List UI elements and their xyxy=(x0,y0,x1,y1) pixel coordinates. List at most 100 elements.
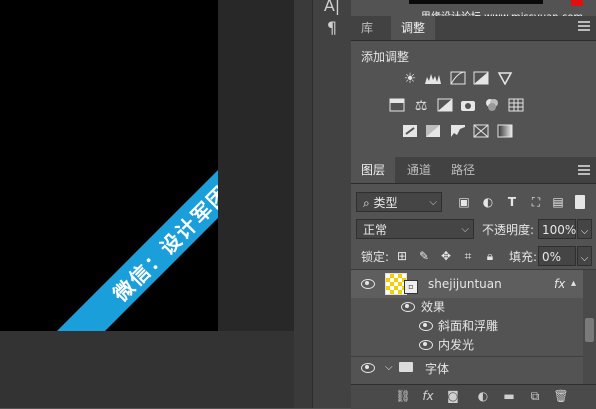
delete-layer-icon[interactable]: 🗑︎ xyxy=(553,388,569,404)
filter-smart-object-icon[interactable]: ▤ xyxy=(551,195,565,209)
color-lookup-icon[interactable] xyxy=(507,98,525,114)
exposure-icon[interactable] xyxy=(472,71,490,87)
new-group-icon[interactable]: ▬ xyxy=(501,388,517,404)
selective-color-icon[interactable] xyxy=(472,124,490,140)
layer-name: shejijuntuan xyxy=(428,277,502,291)
lock-label: 锁定: xyxy=(361,250,390,264)
eye-icon[interactable] xyxy=(419,340,433,350)
effect-inner-glow-label: 内发光 xyxy=(438,338,475,352)
tab-library[interactable]: 库 xyxy=(351,16,383,40)
invert-icon[interactable] xyxy=(401,124,419,140)
effects-row[interactable]: 效果 xyxy=(351,297,583,317)
red-swatch xyxy=(571,0,583,6)
link-layers-icon[interactable]: ⛓ xyxy=(395,388,411,404)
new-layer-icon[interactable]: ⧉ xyxy=(527,388,543,404)
opacity-label: 不透明度: xyxy=(482,223,535,237)
filter-toggle[interactable] xyxy=(575,195,585,209)
chevron-down-icon: ⌵ xyxy=(580,226,589,237)
filter-kind-value: 类型 xyxy=(373,196,398,210)
right-panels: 思缘设计论坛 www.missyuan.com 库 调整 添加调整 ☀ ⚖ xyxy=(351,0,596,409)
threshold-icon[interactable] xyxy=(449,124,467,140)
layer-group-font[interactable]: ⌵ 字体 xyxy=(351,356,583,381)
add-style-icon[interactable]: fx xyxy=(420,388,436,404)
color-balance-icon[interactable]: ⚖ xyxy=(412,98,430,114)
eye-icon[interactable] xyxy=(361,363,375,373)
layers-menu-icon[interactable] xyxy=(578,165,590,175)
eye-icon[interactable] xyxy=(361,279,375,289)
layers-scrollbar[interactable] xyxy=(583,270,596,384)
filter-shape-icon[interactable]: ⛶ xyxy=(529,195,543,209)
tab-channels[interactable]: 通道 xyxy=(397,157,441,183)
lock-transparent-icon[interactable]: ⊞ xyxy=(395,249,409,263)
workspace-bottom xyxy=(0,331,294,408)
fill-input[interactable]: 0% xyxy=(538,246,576,266)
filter-search-icon: ⌕ xyxy=(363,196,374,210)
blend-mode-value: 正常 xyxy=(363,223,388,237)
blend-mode-select[interactable]: 正常 ⌵ xyxy=(356,219,474,239)
tab-layers[interactable]: 图层 xyxy=(351,157,396,183)
chevron-down-icon: ⌵ xyxy=(429,197,437,208)
channel-mixer-icon[interactable] xyxy=(483,98,501,114)
collapse-effects-icon[interactable]: ▴ xyxy=(571,274,576,294)
tab-paths[interactable]: 路径 xyxy=(441,157,485,183)
tab-adjustments[interactable]: 调整 xyxy=(391,16,436,40)
layers-tabbar: 图层 通道 路径 xyxy=(351,157,596,184)
layer-row-shejijuntuan[interactable]: ▫ shejijuntuan fx ▴ xyxy=(351,270,583,298)
character-panel-icon[interactable]: A| xyxy=(313,0,351,15)
add-mask-icon[interactable]: ◙ xyxy=(445,388,461,404)
hue-saturation-icon[interactable] xyxy=(388,98,406,114)
opacity-dropdown[interactable]: ⌵ xyxy=(577,219,592,239)
effect-bevel-row[interactable]: 斜面和浮雕 xyxy=(351,316,583,336)
tab-library-label: 库 xyxy=(361,21,374,35)
tab-paths-label: 路径 xyxy=(451,163,476,177)
photo-filter-icon[interactable] xyxy=(459,98,477,114)
black-white-icon[interactable] xyxy=(436,98,454,114)
paragraph-panel-icon[interactable]: ¶ xyxy=(313,18,351,37)
eye-icon[interactable] xyxy=(401,302,415,312)
panel-menu-icon[interactable] xyxy=(578,21,590,31)
top-black-bar xyxy=(409,0,543,4)
smart-object-badge-icon: ▫ xyxy=(404,280,418,294)
lock-artboard-icon[interactable]: ⌗ xyxy=(461,249,475,263)
effect-inner-glow-row[interactable]: 内发光 xyxy=(351,335,583,355)
tab-layers-label: 图层 xyxy=(361,163,386,177)
fill-dropdown[interactable]: ⌵ xyxy=(577,246,592,266)
filter-type-icon[interactable]: T xyxy=(505,195,519,209)
scrollbar-thumb[interactable] xyxy=(585,318,594,342)
filter-pixel-icon[interactable]: ▣ xyxy=(457,195,471,209)
fill-value: 0% xyxy=(542,250,562,264)
new-adjustment-icon[interactable]: ◐ xyxy=(475,388,491,404)
banner-clip: 微信：设计军团 xyxy=(0,0,218,331)
lock-all-icon[interactable]: 🔒︎ xyxy=(483,249,497,263)
panel-tool-strip: A| ¶ xyxy=(312,0,352,408)
opacity-value: 100% xyxy=(542,223,577,237)
fx-badge: fx xyxy=(554,277,566,291)
adjustments-tabbar: 库 调整 xyxy=(351,16,596,41)
layer-filter-select[interactable]: ⌕ 类型 ⌵ xyxy=(356,192,442,212)
add-adjustment-label: 添加调整 xyxy=(361,50,410,64)
paragraph-icon-label: ¶ xyxy=(326,18,338,37)
filter-adjustment-icon[interactable]: ◐ xyxy=(481,195,495,209)
character-icon-label: A| xyxy=(323,0,341,15)
banner-text: 微信：设计军团 xyxy=(108,180,218,306)
folder-icon xyxy=(399,362,413,372)
effects-label: 效果 xyxy=(421,300,446,314)
tab-adjustments-label: 调整 xyxy=(401,21,426,35)
vibrance-icon[interactable] xyxy=(496,71,514,87)
gradient-map-icon[interactable] xyxy=(496,124,514,140)
group-name: 字体 xyxy=(425,362,450,376)
levels-icon[interactable] xyxy=(424,71,442,87)
lock-position-icon[interactable]: ✥ xyxy=(439,249,453,263)
tab-channels-label: 通道 xyxy=(407,163,432,177)
effect-bevel-label: 斜面和浮雕 xyxy=(438,319,499,333)
lock-pixels-icon[interactable]: ✎ xyxy=(417,249,431,263)
panel-gap xyxy=(294,0,312,408)
opacity-input[interactable]: 100% xyxy=(538,219,576,239)
chevron-down-icon: ⌵ xyxy=(580,253,589,264)
brightness-icon[interactable]: ☀ xyxy=(401,71,419,87)
posterize-icon[interactable] xyxy=(424,124,442,140)
curves-icon[interactable] xyxy=(449,71,467,87)
chevron-down-icon: ⌵ xyxy=(461,224,469,235)
group-expand-icon[interactable]: ⌵ xyxy=(385,358,393,378)
eye-icon[interactable] xyxy=(419,321,433,331)
